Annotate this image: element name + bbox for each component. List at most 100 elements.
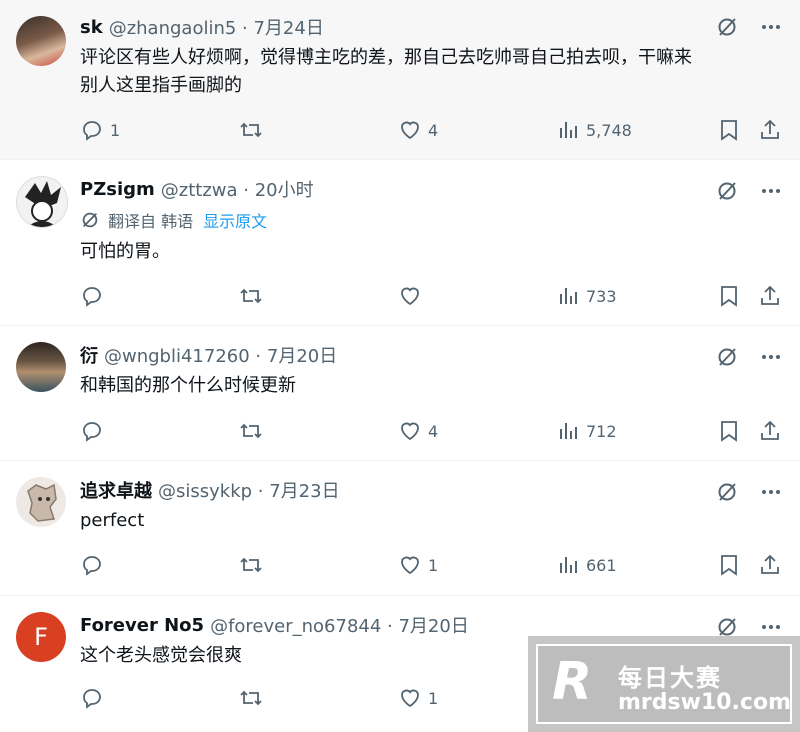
grok-icon[interactable]	[716, 346, 738, 368]
display-name[interactable]: Forever No5	[80, 615, 204, 636]
share-button[interactable]	[758, 282, 782, 310]
reply-button[interactable]	[80, 282, 104, 310]
reply-button[interactable]	[80, 417, 104, 445]
grok-icon[interactable]	[716, 16, 738, 38]
reply-icon	[83, 287, 101, 307]
analytics-icon	[560, 557, 577, 573]
handle-and-date[interactable]: @forever_no67844 · 7月20日	[210, 612, 469, 638]
watermark: R 每日大赛 mrdsw10.com	[528, 636, 800, 732]
watermark-title: 每日大赛	[618, 664, 722, 692]
tweet-top-icons	[716, 16, 782, 38]
tweet-top-icons	[716, 346, 782, 368]
tweet-3[interactable]: 衍 @wngbli417260 · 7月20日 和韩国的那个什么时候更新 4 7…	[0, 326, 800, 461]
heart-icon	[401, 422, 419, 441]
avatar[interactable]	[16, 477, 66, 527]
avatar[interactable]	[16, 16, 66, 66]
heart-icon	[401, 689, 419, 708]
tweet-header: sk @zhangaolin5 · 7月24日	[80, 14, 324, 40]
retweet-icon	[240, 557, 262, 573]
grok-icon[interactable]	[716, 481, 738, 503]
heart-icon	[401, 121, 419, 140]
avatar[interactable]	[16, 176, 68, 228]
bookmark-icon	[721, 120, 737, 141]
like-button[interactable]	[398, 282, 422, 310]
bookmark-button[interactable]	[718, 551, 740, 579]
watermark-frame: R 每日大赛 mrdsw10.com	[536, 644, 792, 724]
show-original-link[interactable]: 显示原文	[203, 208, 267, 232]
more-icon[interactable]	[760, 481, 782, 503]
bookmark-icon	[721, 421, 737, 442]
retweet-button[interactable]	[238, 551, 264, 579]
retweet-button[interactable]	[238, 282, 264, 310]
retweet-button[interactable]	[238, 417, 264, 445]
like-button[interactable]: 1	[398, 684, 438, 712]
translate-icon	[82, 212, 98, 228]
reply-button[interactable]: 1	[80, 116, 120, 144]
more-icon[interactable]	[760, 16, 782, 38]
views-button[interactable]: 5,748	[556, 116, 632, 144]
bookmark-button[interactable]	[718, 116, 740, 144]
share-icon	[761, 119, 779, 139]
heart-icon	[401, 287, 419, 306]
like-button[interactable]: 4	[398, 417, 438, 445]
share-button[interactable]	[758, 116, 782, 144]
grok-icon[interactable]	[716, 616, 738, 638]
retweet-icon	[240, 423, 262, 439]
bookmark-icon	[721, 555, 737, 576]
share-button[interactable]	[758, 551, 782, 579]
translated-from-label: 翻译自 韩语	[108, 212, 194, 231]
tweet-actions: 733	[80, 282, 782, 310]
reply-icon	[83, 689, 101, 709]
tweet-2[interactable]: PZsigm @zttzwa · 20小时 翻译自 韩语 显示原文 可怕的胃。 …	[0, 160, 800, 326]
display-name[interactable]: sk	[80, 17, 103, 38]
bookmark-button[interactable]	[718, 417, 740, 445]
avatar-letter: F	[34, 623, 48, 651]
tweet-1[interactable]: sk @zhangaolin5 · 7月24日 评论区有些人好烦啊，觉得博主吃的…	[0, 0, 800, 160]
like-button[interactable]: 4	[398, 116, 438, 144]
more-icon[interactable]	[760, 616, 782, 638]
share-button[interactable]	[758, 417, 782, 445]
share-icon	[761, 554, 779, 574]
reply-icon	[83, 556, 101, 576]
translation-notice: 翻译自 韩语 显示原文	[80, 208, 267, 232]
reply-icon	[83, 121, 101, 141]
like-button[interactable]: 1	[398, 551, 438, 579]
retweet-icon	[240, 690, 262, 706]
reply-button[interactable]	[80, 551, 104, 579]
heart-icon	[401, 556, 419, 575]
more-icon[interactable]	[760, 180, 782, 202]
tweet-text: 评论区有些人好烦啊，觉得博主吃的差，那自己去吃帅哥自己拍去呗，干嘛来 别人这里指…	[80, 44, 776, 100]
grok-icon[interactable]	[716, 180, 738, 202]
tweet-4[interactable]: 追求卓越 @sissykkp · 7月23日 perfect 1 661	[0, 461, 800, 596]
avatar[interactable]	[16, 342, 66, 392]
display-name[interactable]: 衍	[80, 342, 98, 368]
reply-button[interactable]	[80, 684, 104, 712]
analytics-icon	[560, 423, 577, 439]
more-icon[interactable]	[760, 346, 782, 368]
display-name[interactable]: 追求卓越	[80, 477, 152, 503]
display-name[interactable]: PZsigm	[80, 179, 155, 200]
tweet-text-line: 评论区有些人好烦啊，觉得博主吃的差，那自己去吃帅哥自己拍去呗，干嘛来	[80, 47, 692, 68]
tweet-actions: 1 4 5,748	[80, 116, 782, 144]
tweet-header: Forever No5 @forever_no67844 · 7月20日	[80, 612, 469, 638]
like-count: 4	[428, 421, 439, 441]
analytics-icon	[560, 122, 577, 138]
views-button[interactable]: 661	[556, 551, 617, 579]
bookmark-button[interactable]	[718, 282, 740, 310]
views-button[interactable]: 712	[556, 417, 617, 445]
avatar[interactable]: F	[16, 612, 66, 662]
retweet-icon	[240, 122, 262, 138]
retweet-icon	[240, 288, 262, 304]
share-icon	[761, 285, 779, 305]
tweet-header: PZsigm @zttzwa · 20小时	[80, 176, 314, 202]
view-count: 712	[586, 421, 617, 441]
handle-and-date[interactable]: @zttzwa · 20小时	[161, 176, 314, 202]
retweet-button[interactable]	[238, 684, 264, 712]
handle-and-date[interactable]: @zhangaolin5 · 7月24日	[109, 14, 324, 40]
handle-and-date[interactable]: @sissykkp · 7月23日	[158, 477, 340, 503]
views-button[interactable]: 733	[556, 282, 617, 310]
handle-and-date[interactable]: @wngbli417260 · 7月20日	[104, 342, 337, 368]
retweet-button[interactable]	[238, 116, 264, 144]
tweet-actions: 4 712	[80, 417, 782, 445]
tweet-header: 追求卓越 @sissykkp · 7月23日	[80, 477, 340, 503]
